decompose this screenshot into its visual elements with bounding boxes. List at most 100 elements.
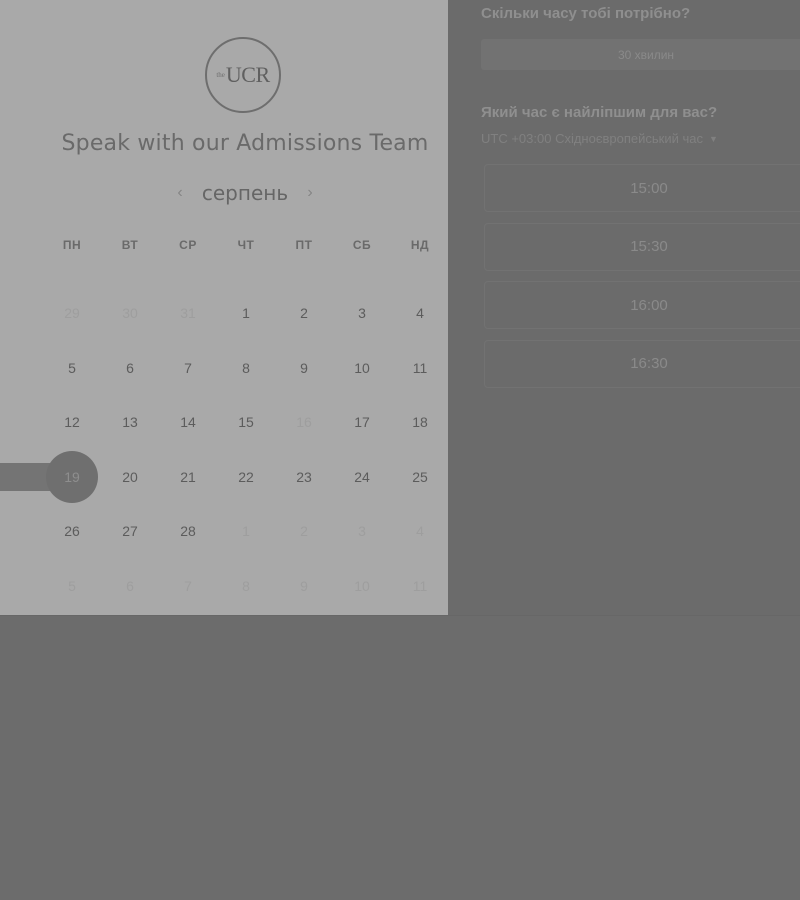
day-number: 25 (412, 468, 428, 485)
ucr-logo: the UCR (205, 37, 281, 113)
weekday-label: СБ (352, 238, 372, 252)
weekday-label: СР (179, 238, 197, 252)
timezone-select[interactable]: UTC +03:00 Східноєвропейський час ▼ (481, 131, 718, 146)
day-cell[interactable]: 17 (333, 395, 391, 450)
day-number: 2 (300, 523, 308, 540)
day-number: 6 (126, 359, 134, 376)
day-number: 18 (412, 414, 428, 431)
day-cell[interactable]: 25 (391, 450, 449, 505)
day-cell[interactable]: 18 (391, 395, 449, 450)
time-slots: 15:00 15:30 16:00 16:30 (484, 164, 800, 398)
day-cell[interactable]: 12 (43, 395, 101, 450)
day-number: 22 (238, 468, 254, 485)
day-number: 9 (300, 359, 308, 376)
day-number: 7 (184, 359, 192, 376)
day-cell[interactable]: 8 (217, 341, 275, 396)
calendar-days-grid: 29 30 31 1 2 3 4 5 6 7 8 9 10 11 12 13 14 15 16 17 18 19 20 21 2… (43, 286, 447, 613)
day-number: 11 (412, 359, 428, 376)
day-number: 8 (242, 359, 250, 376)
day-cell[interactable]: 10 (333, 341, 391, 396)
day-number: 7 (184, 577, 192, 594)
day-number: 23 (296, 468, 312, 485)
day-number: 28 (180, 523, 196, 540)
day-cell[interactable]: 23 (275, 450, 333, 505)
day-number: 4 (416, 305, 424, 322)
day-number: 27 (122, 523, 138, 540)
day-cell: 3 (333, 504, 391, 559)
page-title: Speak with our Admissions Team (61, 131, 429, 156)
time-slot-button[interactable]: 16:00 (484, 281, 800, 329)
day-cell: 9 (275, 559, 333, 614)
day-number: 19 (64, 468, 80, 485)
duration-select[interactable]: 30 хвилин (481, 39, 800, 70)
day-cell[interactable]: 26 (43, 504, 101, 559)
day-cell[interactable]: 9 (275, 341, 333, 396)
divider (0, 615, 800, 616)
day-cell[interactable]: 5 (43, 341, 101, 396)
day-cell: 29 (43, 286, 101, 341)
day-number: 12 (64, 414, 80, 431)
day-cell: 30 (101, 286, 159, 341)
day-cell-selected[interactable]: 19 (43, 450, 101, 505)
day-cell: 5 (43, 559, 101, 614)
day-cell[interactable]: 4 (391, 286, 449, 341)
weekday-label: ЧТ (237, 238, 255, 252)
day-number: 1 (242, 523, 250, 540)
time-slot-button[interactable]: 15:00 (484, 164, 800, 212)
duration-label: Скільки часу тобі потрібно? (481, 5, 691, 22)
caret-down-icon: ▼ (708, 133, 718, 144)
day-cell[interactable]: 27 (101, 504, 159, 559)
day-cell[interactable]: 24 (333, 450, 391, 505)
day-number: 11 (412, 577, 428, 594)
day-cell: 16 (275, 395, 333, 450)
day-cell[interactable]: 3 (333, 286, 391, 341)
month-label: серпень (201, 181, 289, 205)
logo-text: UCR (225, 62, 270, 87)
day-number: 3 (358, 523, 366, 540)
day-number: 5 (68, 359, 76, 376)
day-number: 10 (354, 577, 370, 594)
weekday-label: НД (410, 238, 430, 252)
day-number: 16 (296, 414, 312, 431)
weekday-label: ПН (62, 238, 82, 252)
day-cell: 11 (391, 559, 449, 614)
day-number: 14 (180, 414, 196, 431)
chevron-right-icon[interactable]: › (300, 184, 320, 202)
day-cell[interactable]: 20 (101, 450, 159, 505)
day-cell[interactable]: 7 (159, 341, 217, 396)
day-number: 9 (300, 577, 308, 594)
time-slot-button[interactable]: 15:30 (484, 222, 800, 271)
day-number: 13 (122, 414, 138, 431)
day-cell[interactable]: 2 (275, 286, 333, 341)
month-navigation: ‹ серпень › (170, 178, 320, 208)
time-label: Який час є найліпшим для вас? (481, 104, 718, 121)
day-number: 1 (242, 305, 250, 322)
day-cell[interactable]: 6 (101, 341, 159, 396)
day-cell: 31 (159, 286, 217, 341)
day-cell[interactable]: 11 (391, 341, 449, 396)
day-cell[interactable]: 14 (159, 395, 217, 450)
day-number: 29 (64, 305, 80, 322)
day-number: 30 (122, 305, 138, 322)
day-cell: 6 (101, 559, 159, 614)
time-slot-button[interactable]: 16:30 (484, 339, 800, 388)
day-cell: 10 (333, 559, 391, 614)
day-cell[interactable]: 28 (159, 504, 217, 559)
day-number: 26 (64, 523, 80, 540)
booking-page: the UCR Speak with our Admissions Team ‹… (0, 0, 800, 900)
day-cell[interactable]: 1 (217, 286, 275, 341)
day-number: 5 (68, 577, 76, 594)
day-number: 21 (180, 468, 196, 485)
day-cell[interactable]: 22 (217, 450, 275, 505)
chevron-left-icon[interactable]: ‹ (170, 184, 190, 202)
day-number: 3 (358, 305, 366, 322)
day-number: 10 (354, 359, 370, 376)
day-number: 2 (300, 305, 308, 322)
day-number: 31 (180, 305, 196, 322)
day-cell[interactable]: 21 (159, 450, 217, 505)
day-cell[interactable]: 15 (217, 395, 275, 450)
day-cell[interactable]: 13 (101, 395, 159, 450)
weekday-header: ПН ВТ СР ЧТ ПТ СБ НД (43, 238, 447, 252)
timezone-label: UTC +03:00 Східноєвропейський час (481, 131, 703, 146)
day-number: 4 (416, 523, 424, 540)
